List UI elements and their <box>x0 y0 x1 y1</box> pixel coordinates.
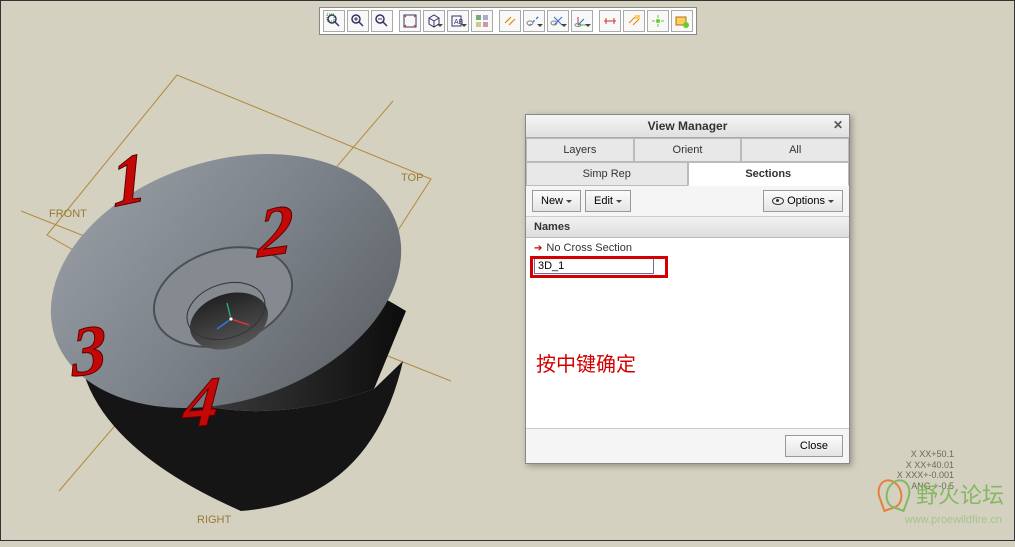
watermark-url: www.proewildfire.cn <box>905 514 1002 526</box>
eye-icon <box>772 197 784 205</box>
zoom-window-icon[interactable] <box>323 10 345 32</box>
tab-layers[interactable]: Layers <box>526 138 634 162</box>
dialog-title: View Manager ✕ <box>526 115 849 138</box>
svg-text:TOP: TOP <box>401 172 423 184</box>
watermark-logo: 野火论坛 <box>870 478 1004 510</box>
display-style-icon[interactable] <box>423 10 445 32</box>
refit-icon[interactable] <box>399 10 421 32</box>
tab-simprep[interactable]: Simp Rep <box>526 162 688 186</box>
saved-views-icon[interactable]: AB <box>447 10 469 32</box>
svg-text:1: 1 <box>109 137 149 222</box>
3d-notes-icon[interactable] <box>671 10 693 32</box>
active-arrow-icon: ➔ <box>534 243 542 254</box>
view-manager-dialog: View Manager ✕ Layers Orient All Simp Re… <box>525 114 850 464</box>
tab-all[interactable]: All <box>741 138 849 162</box>
no-cross-section-row[interactable]: ➔ No Cross Section <box>528 240 847 256</box>
view-manager-icon[interactable] <box>471 10 493 32</box>
tab-sections[interactable]: Sections <box>688 162 850 186</box>
tab-row-2: Simp Rep Sections <box>526 162 849 186</box>
names-header: Names <box>526 217 849 238</box>
plane-tag-display-icon[interactable] <box>623 10 645 32</box>
close-icon[interactable]: ✕ <box>833 118 843 132</box>
datum-point-display-icon[interactable] <box>547 10 569 32</box>
svg-text:RIGHT: RIGHT <box>197 514 232 526</box>
svg-text:3: 3 <box>69 309 107 392</box>
tab-row-1: Layers Orient All <box>526 138 849 162</box>
datum-plane-display-icon[interactable] <box>499 10 521 32</box>
viewport[interactable]: 1 2 3 4 FRONT TOP RIGHT <box>1 1 1014 540</box>
part-3d-view: 1 2 3 4 FRONT TOP RIGHT <box>1 1 1015 542</box>
action-row: New Edit Options <box>526 186 849 217</box>
csys-display-icon[interactable] <box>571 10 593 32</box>
butterfly-icon <box>870 479 910 509</box>
options-button[interactable]: Options <box>763 190 843 212</box>
datum-axis-display-icon[interactable] <box>523 10 545 32</box>
svg-text:2: 2 <box>256 190 294 274</box>
edit-button[interactable]: Edit <box>585 190 631 212</box>
view-toolbar: AB <box>319 7 697 35</box>
names-list[interactable]: ➔ No Cross Section 按中键确定 <box>526 238 849 428</box>
annotation-display-icon[interactable] <box>599 10 621 32</box>
section-name-input[interactable] <box>534 258 654 274</box>
zoom-in-icon[interactable] <box>347 10 369 32</box>
zoom-out-icon[interactable] <box>371 10 393 32</box>
new-button[interactable]: New <box>532 190 581 212</box>
close-button[interactable]: Close <box>785 435 843 457</box>
tab-orient[interactable]: Orient <box>634 138 742 162</box>
svg-text:AB: AB <box>454 19 464 26</box>
svg-text:FRONT: FRONT <box>49 208 87 220</box>
spin-center-icon[interactable] <box>647 10 669 32</box>
annotation-text: 按中键确定 <box>536 348 636 377</box>
